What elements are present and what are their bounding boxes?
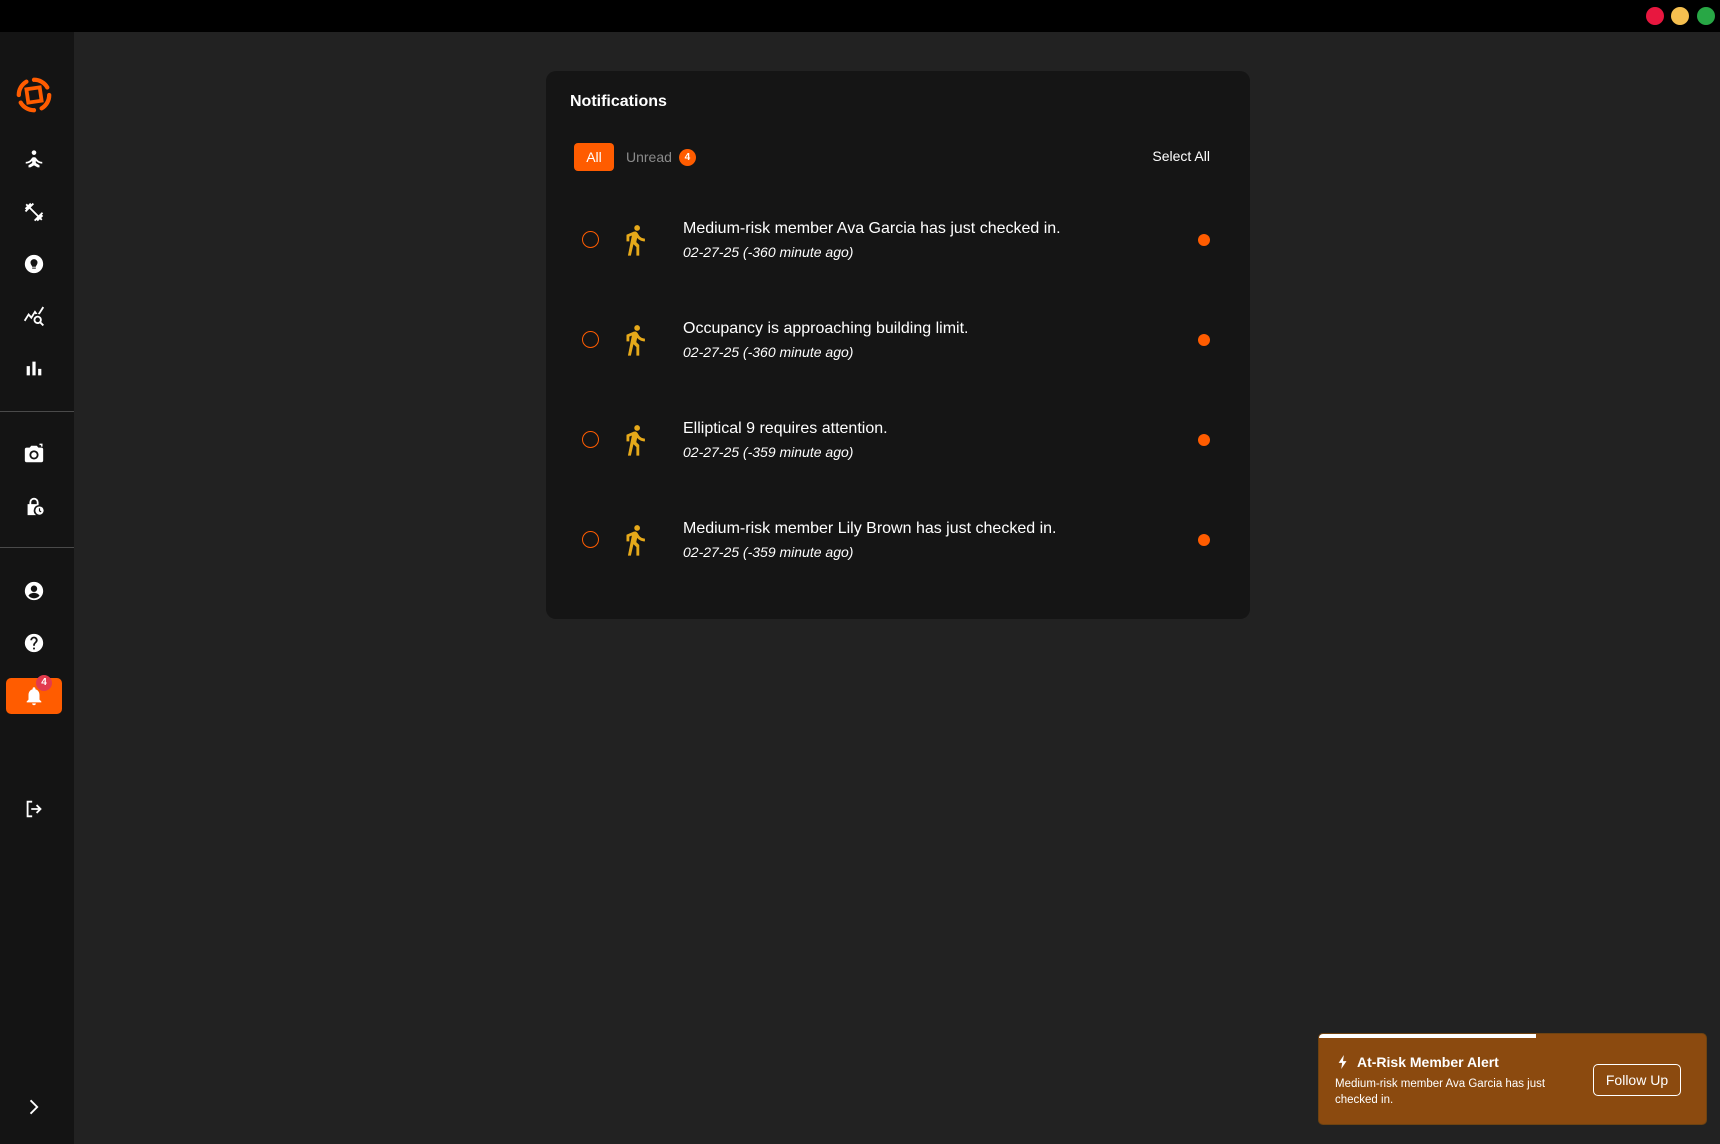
help-icon xyxy=(24,633,44,653)
meditation-icon xyxy=(25,150,43,168)
chevron-right-icon xyxy=(29,1099,39,1115)
select-all-button[interactable]: Select All xyxy=(1152,148,1210,164)
notification-item[interactable]: Medium-risk member Lily Brown has just c… xyxy=(574,497,1214,577)
sidebar-item-notifications[interactable]: 4 xyxy=(6,675,62,714)
sidebar-item-workouts[interactable] xyxy=(19,197,49,227)
notification-select-radio[interactable] xyxy=(582,231,599,248)
sidebar-item-logout[interactable] xyxy=(19,794,49,824)
notification-text: Occupancy is approaching building limit. xyxy=(683,320,969,337)
sidebar-item-profile[interactable] xyxy=(19,576,49,606)
sidebar: 4 xyxy=(0,32,74,1144)
notification-select-radio[interactable] xyxy=(582,531,599,548)
notification-text: Medium-risk member Ava Garcia has just c… xyxy=(683,220,1061,237)
unread-indicator xyxy=(1198,534,1210,546)
running-person-icon xyxy=(618,220,652,260)
chart-search-icon xyxy=(23,306,45,327)
sidebar-item-reports[interactable] xyxy=(19,353,49,383)
user-circle-icon xyxy=(24,581,44,601)
unread-indicator xyxy=(1198,234,1210,246)
lock-clock-icon xyxy=(27,497,44,516)
tab-unread[interactable]: Unread 4 xyxy=(626,143,696,171)
lightbulb-icon xyxy=(24,254,44,274)
bar-chart-icon xyxy=(26,361,42,376)
unread-count-badge: 4 xyxy=(678,148,696,166)
notifications-panel: Notifications All Unread 4 Select All Me… xyxy=(546,71,1250,619)
minimize-window-button[interactable] xyxy=(1671,7,1689,25)
follow-up-button[interactable]: Follow Up xyxy=(1593,1064,1681,1096)
sidebar-divider xyxy=(0,411,74,412)
notification-item[interactable]: Medium-risk member Ava Garcia has just c… xyxy=(574,197,1214,277)
toast-title: At-Risk Member Alert xyxy=(1337,1054,1499,1070)
running-person-icon xyxy=(618,420,652,460)
lightning-icon xyxy=(1338,1055,1347,1069)
unread-indicator xyxy=(1198,434,1210,446)
page-title: Notifications xyxy=(570,93,667,110)
running-person-icon xyxy=(618,320,652,360)
notification-text: Medium-risk member Lily Brown has just c… xyxy=(683,520,1057,537)
tab-all[interactable]: All xyxy=(574,143,614,171)
logout-icon xyxy=(26,800,42,818)
toast-title-text: At-Risk Member Alert xyxy=(1357,1054,1499,1070)
notification-timestamp: 02-27-25 (-360 minute ago) xyxy=(683,344,854,360)
notification-timestamp: 02-27-25 (-359 minute ago) xyxy=(683,444,854,460)
sidebar-expand-button[interactable] xyxy=(18,1092,48,1122)
sidebar-item-insights[interactable] xyxy=(19,249,49,279)
maximize-window-button[interactable] xyxy=(1697,7,1715,25)
sidebar-item-access-control[interactable] xyxy=(19,491,49,521)
notification-item[interactable]: Occupancy is approaching building limit.… xyxy=(574,297,1214,377)
notification-select-radio[interactable] xyxy=(582,331,599,348)
notification-text: Elliptical 9 requires attention. xyxy=(683,420,888,437)
notification-select-radio[interactable] xyxy=(582,431,599,448)
sidebar-item-meditation[interactable] xyxy=(19,145,49,175)
sidebar-item-cameras[interactable] xyxy=(19,439,49,469)
unread-indicator xyxy=(1198,334,1210,346)
tab-unread-label: Unread xyxy=(626,149,672,165)
close-window-button[interactable] xyxy=(1646,7,1664,25)
notification-timestamp: 02-27-25 (-359 minute ago) xyxy=(683,544,854,560)
app-logo-icon[interactable] xyxy=(15,76,53,114)
notification-timestamp: 02-27-25 (-360 minute ago) xyxy=(683,244,854,260)
notification-count-badge: 4 xyxy=(36,675,52,691)
sidebar-item-help[interactable] xyxy=(19,628,49,658)
camera-icon xyxy=(24,443,44,463)
sidebar-divider xyxy=(0,547,74,548)
toast-message: Medium-risk member Ava Garcia has just c… xyxy=(1335,1078,1546,1106)
toast-progress-bar xyxy=(1319,1034,1536,1038)
at-risk-toast: At-Risk Member Alert Medium-risk member … xyxy=(1318,1033,1707,1125)
notification-item[interactable]: Elliptical 9 requires attention. 02-27-25… xyxy=(574,397,1214,477)
sidebar-item-analytics-search[interactable] xyxy=(19,301,49,331)
running-person-icon xyxy=(618,520,652,560)
dumbbell-icon xyxy=(24,202,44,222)
window-titlebar xyxy=(0,0,1720,32)
